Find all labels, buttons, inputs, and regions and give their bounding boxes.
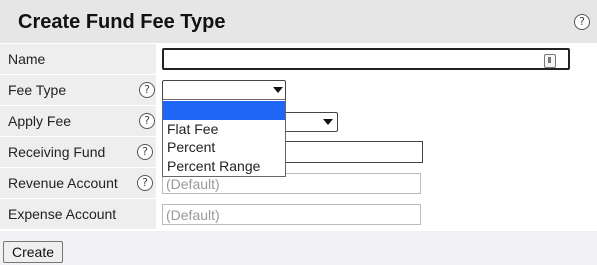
name-input[interactable] [162,48,570,70]
help-icon[interactable]: ? [137,144,153,160]
help-icon[interactable]: ? [137,175,153,191]
label-cell: Fee Type ? [0,75,157,105]
dropdown-option-percent-range[interactable]: Percent Range [163,157,285,176]
row-expense-account: Expense Account (Default) [0,198,597,229]
fee-type-dropdown-list: Flat Fee Percent Percent Range [162,99,286,177]
dropdown-option-percent[interactable]: Percent [163,138,285,157]
autofill-icon[interactable] [544,54,556,68]
page-title: Create Fund Fee Type [18,11,226,33]
chevron-down-icon [323,119,333,125]
field-label-expense-account: Expense Account [8,206,117,222]
label-cell: Name [0,44,157,74]
label-cell: Apply Fee ? [0,106,157,136]
row-apply-fee: Apply Fee ? [0,105,597,136]
help-icon[interactable]: ? [139,82,155,98]
help-icon[interactable]: ? [574,14,590,30]
expense-account-input[interactable]: (Default) [162,204,421,225]
help-icon[interactable]: ? [139,113,155,129]
field-cell [156,44,597,74]
field-label-revenue-account: Revenue Account [8,175,118,191]
create-button[interactable]: Create [3,241,63,263]
field-label-fee-type: Fee Type [8,82,67,98]
field-label-name: Name [8,51,46,67]
fee-type-select[interactable] [162,80,286,100]
field-cell: (Default) [156,199,597,229]
dropdown-option-blank[interactable] [163,101,285,120]
label-cell: Revenue Account ? [0,168,157,198]
chevron-down-icon [273,87,283,93]
field-label-receiving-fund: Receiving Fund [8,144,106,160]
dropdown-option-flat-fee[interactable]: Flat Fee [163,120,285,139]
label-cell: Receiving Fund ? [0,137,157,167]
field-label-apply-fee: Apply Fee [8,113,72,129]
form-panel: Create Fund Fee Type ? Name Fee Type ? A… [0,0,597,231]
row-fee-type: Fee Type ? [0,74,597,105]
row-revenue-account: Revenue Account ? (Default) [0,167,597,198]
label-cell: Expense Account [0,199,157,229]
form-header: Create Fund Fee Type ? [0,0,597,43]
row-receiving-fund: Receiving Fund ? [0,136,597,167]
row-name: Name [0,43,597,74]
